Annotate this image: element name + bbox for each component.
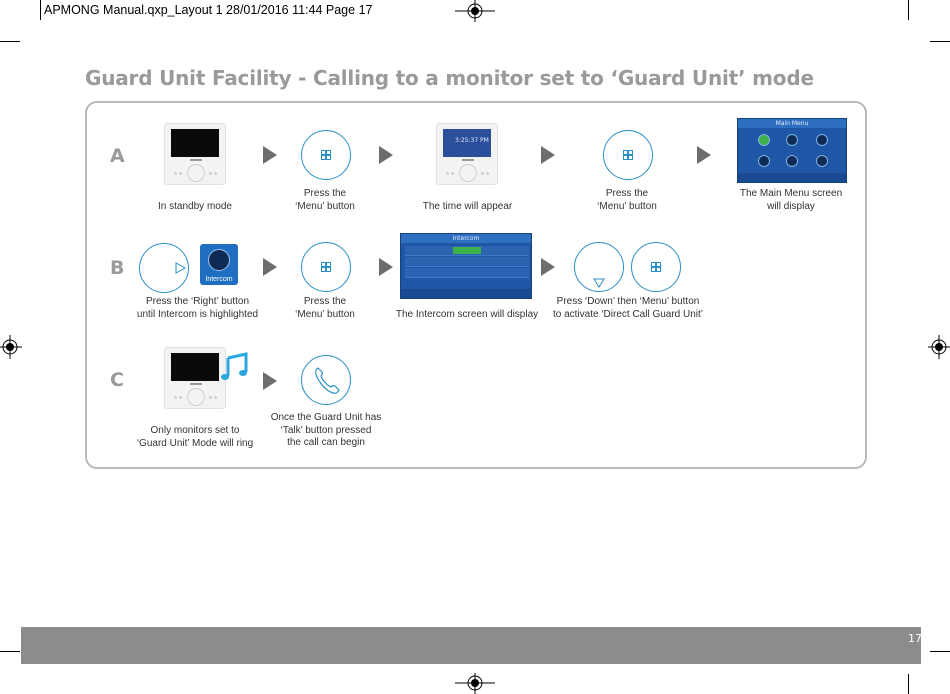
step-arrow-icon — [379, 258, 393, 276]
crop-mark — [908, 674, 909, 694]
music-note-icon — [221, 352, 248, 380]
menu-button[interactable] — [301, 130, 351, 180]
registration-mark-icon — [928, 335, 950, 359]
talk-button[interactable] — [301, 355, 351, 405]
intercom-screen-image: Intercom — [400, 233, 532, 299]
menu-grid-icon — [623, 150, 633, 160]
row-label-c: C — [110, 369, 124, 391]
caption-press-down-menu: Press ‘Down’ then ‘Menu’ button to activ… — [552, 296, 704, 320]
crop-mark — [930, 651, 950, 652]
caption-press-menu: Press the ‘Menu’ button — [295, 296, 355, 320]
caption-press-menu: Press the ‘Menu’ button — [295, 188, 355, 212]
caption-intercom-screen: The Intercom screen will display — [395, 309, 539, 320]
caption-monitors-ring: Only monitors set to ‘Guard Unit’ Mode w… — [136, 425, 254, 449]
intercom-icon: Intercom — [200, 244, 238, 285]
caption-standby: In standby mode — [158, 201, 232, 212]
caption-press-right: Press the ‘Right’ button until Intercom … — [136, 296, 259, 320]
phone-handset-icon — [315, 367, 340, 394]
crop-mark — [0, 41, 20, 42]
right-button[interactable] — [139, 243, 189, 293]
down-button[interactable] — [574, 242, 624, 292]
caption-guard-talk: Once the Guard Unit has ‘Talk’ button pr… — [270, 412, 382, 448]
step-arrow-icon — [541, 146, 555, 164]
right-triangle-icon — [175, 262, 187, 274]
registration-mark-icon — [455, 0, 495, 22]
registration-mark-icon — [0, 335, 22, 359]
crop-mark — [40, 0, 41, 20]
step-arrow-icon — [263, 372, 277, 390]
monitor-time-image: 3:25:37 PM — [436, 123, 498, 185]
page-title: Guard Unit Facility - Calling to a monit… — [85, 66, 814, 90]
step-arrow-icon — [379, 146, 393, 164]
main-menu-screen-image: Main Menu — [737, 118, 847, 183]
print-header: APMONG Manual.qxp_Layout 1 28/01/2016 11… — [44, 3, 373, 17]
footer-bar — [21, 627, 921, 664]
step-arrow-icon — [263, 258, 277, 276]
row-label-b: B — [110, 257, 125, 279]
row-label-a: A — [110, 145, 125, 167]
menu-grid-icon — [321, 150, 331, 160]
step-arrow-icon — [263, 146, 277, 164]
menu-grid-icon — [321, 262, 331, 272]
crop-mark — [0, 651, 20, 652]
monitor-standby-image — [164, 123, 226, 185]
menu-button[interactable] — [301, 242, 351, 292]
down-triangle-icon — [593, 278, 605, 288]
monitor-ringing-image — [164, 347, 226, 409]
menu-button[interactable] — [631, 242, 681, 292]
step-arrow-icon — [697, 146, 711, 164]
caption-main-menu: The Main Menu screen will display — [739, 188, 843, 212]
page-number: 17 — [908, 632, 922, 645]
menu-grid-icon — [651, 262, 661, 272]
crop-mark — [930, 41, 950, 42]
caption-time-appear: The time will appear — [422, 201, 513, 212]
menu-button[interactable] — [603, 130, 653, 180]
crop-mark — [908, 0, 909, 20]
registration-mark-icon — [455, 673, 495, 694]
step-arrow-icon — [541, 258, 555, 276]
caption-press-menu: Press the ‘Menu’ button — [597, 188, 657, 212]
